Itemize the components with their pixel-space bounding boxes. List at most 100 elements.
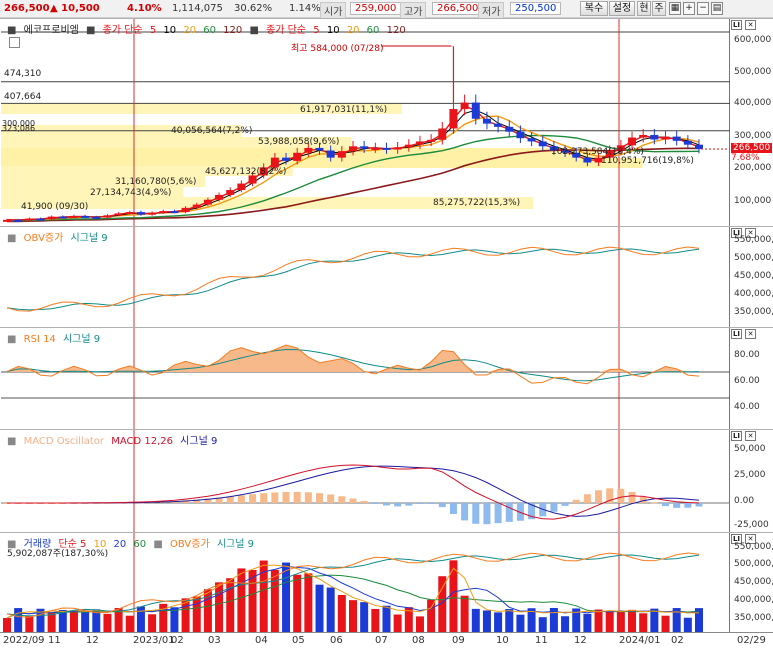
x-tick: 04 (255, 635, 268, 646)
panel-close-icon[interactable]: ✕ (745, 431, 756, 441)
y-tick: -25,000 (734, 520, 769, 530)
panel-lock-icon[interactable]: LI (731, 431, 742, 441)
macd-osc-bar (472, 503, 480, 524)
volume-bar (538, 617, 547, 632)
y-tick: 350,000, (734, 613, 773, 623)
obv-plot[interactable]: ■ OBV증가 시그널 9 (1, 227, 730, 327)
level-label-3: 323,086 (2, 124, 36, 133)
price-change: ▲ 10,500 (50, 3, 100, 14)
candle-body (14, 219, 23, 222)
open-label: 시가 (320, 2, 347, 19)
volume-bar (337, 594, 346, 632)
y-tick: 350,000, (734, 307, 773, 317)
y-tick: 100,000 (734, 196, 772, 206)
volume-bar (125, 615, 134, 632)
copy-button[interactable]: 복수 (580, 1, 608, 16)
candle-body (125, 212, 134, 215)
macd-osc-bar (249, 494, 257, 503)
plus-icon[interactable]: + (683, 2, 695, 15)
macd-osc-bar (695, 503, 703, 507)
current-price: 266,500 (4, 3, 50, 14)
volume-bar (215, 582, 224, 632)
candle-body (482, 118, 491, 124)
y-tick: 400,000 (734, 98, 772, 108)
quote-bar: 266,500 ▲ 10,500 4.10% 1,114,075 30.62% … (0, 0, 773, 19)
volume-plot[interactable]: ■ 거래량 단순 5 10 20 60 ■ OBV증가 시그널 9 5,902,… (1, 533, 730, 632)
y-tick: 50,000 (734, 444, 766, 454)
macd-osc-bar (316, 493, 324, 503)
rsi-plot[interactable]: ■ RSI 14 시그널 9 (1, 328, 730, 429)
candle-body (47, 216, 56, 220)
candle-body (326, 150, 335, 158)
vp-label-9: 85,275,722(15,3%) (433, 198, 521, 208)
candle-body (360, 146, 369, 149)
now-button[interactable]: 현 (637, 1, 651, 16)
candle-body (516, 131, 525, 139)
high-label: 고가 (400, 2, 427, 19)
macd-osc-label: MACD Oscillator (23, 436, 104, 447)
vol-ma10-label: 10 (93, 539, 107, 550)
panel-lock-icon[interactable]: LI (731, 20, 742, 30)
volume-bar (605, 611, 614, 632)
volume-bar (69, 610, 78, 632)
y-tick: 550,000, (734, 235, 773, 245)
volume-bar (594, 609, 603, 632)
macd-plot[interactable]: ■ MACD Oscillator MACD 12,26 시그널 9 (1, 430, 730, 532)
volume-bar (661, 615, 670, 632)
high-annotation: 최고 584,000 (07/28) (291, 44, 384, 54)
panel-close-icon[interactable]: ✕ (745, 20, 756, 30)
candle-body (148, 212, 157, 215)
macd-osc-bar (583, 494, 591, 503)
legend-marker: ■ (7, 539, 17, 550)
candle-body (92, 216, 101, 219)
candle-body (58, 216, 67, 219)
candle-body (81, 215, 90, 218)
x-tick: 12 (574, 635, 587, 646)
macd-osc-bar (349, 498, 357, 503)
panel-close-icon[interactable]: ✕ (745, 329, 756, 339)
week-button[interactable]: 주 (652, 1, 666, 16)
checkbox-icon[interactable] (9, 37, 20, 48)
volume-bar (583, 613, 592, 632)
candle-body (460, 102, 469, 110)
window-icon[interactable]: ▤ (711, 2, 723, 15)
macd-osc-bar (449, 503, 457, 514)
vma60-label: 60 (366, 25, 380, 36)
candle-body (527, 138, 536, 142)
x-tick: 02/29 (737, 635, 766, 646)
candle-body (639, 134, 648, 138)
macd-osc-bar (405, 503, 413, 506)
volume-value: 1,114,075 (172, 3, 223, 14)
volume-bar (360, 602, 369, 632)
price-y-axis: LI ✕ 600,000 500,000 400,000 300,000 200… (731, 19, 773, 226)
candle-body (237, 183, 246, 191)
minus-icon[interactable]: − (697, 2, 709, 15)
open-value: 259,000 (350, 2, 402, 15)
price-plot[interactable]: ■ 에코프로비엠 ■ 종가 단순 5 10 20 60 120 ■ 종가 단순 … (1, 19, 730, 226)
vp-label-3: 53,988,058(9,6%) (258, 137, 340, 147)
candle-body (136, 212, 145, 215)
volume-bar (371, 608, 380, 632)
panel-lock-icon[interactable]: LI (731, 329, 742, 339)
vp-label-1: 61,917,031(11,1%) (300, 105, 388, 115)
macd-osc-bar (327, 494, 335, 503)
legend-marker: ■ (7, 334, 17, 345)
vma120-label: 120 (386, 25, 406, 36)
macd-osc-bar (371, 503, 379, 504)
volume-bar (237, 568, 246, 632)
settings-button[interactable]: 설정 (609, 1, 635, 16)
candle-body (672, 136, 681, 141)
macd-osc-bar (237, 495, 245, 503)
grid-icon[interactable]: ▦ (669, 2, 681, 15)
legend-marker: ■ (7, 233, 17, 244)
candle-body (36, 218, 45, 221)
y-tick: 550,000, (734, 542, 773, 552)
volume-bar (561, 616, 570, 632)
candle-body (650, 134, 659, 140)
y-tick: 80.00 (734, 350, 760, 360)
candle-body (203, 199, 212, 205)
vp-label-8: 110,951,716(19,8%) (601, 156, 694, 166)
x-tick: 11 (535, 635, 548, 646)
ma120-label: 120 (223, 25, 243, 36)
candle-body (382, 147, 391, 150)
